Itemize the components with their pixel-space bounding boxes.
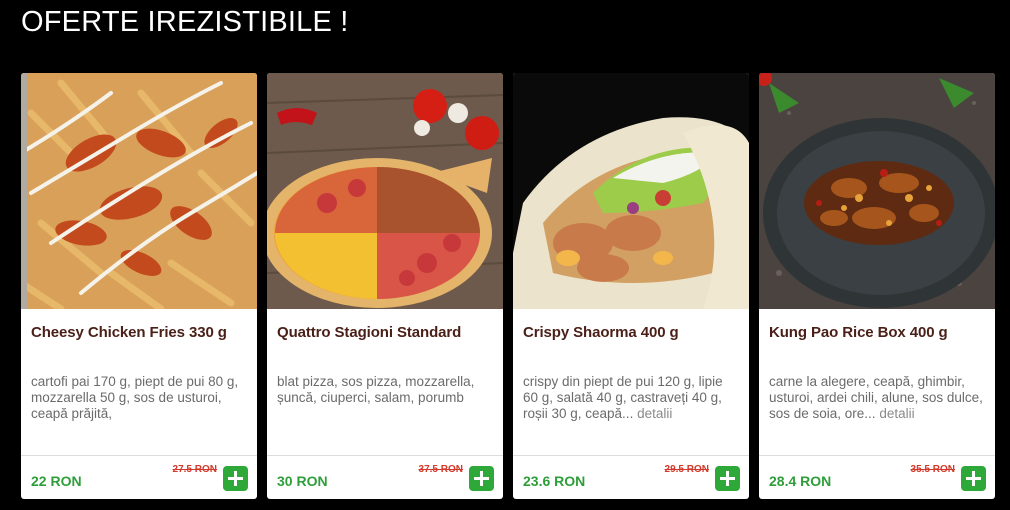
page-title: OFERTE IREZISTIBILE ! (21, 6, 349, 38)
plus-icon (720, 471, 735, 486)
crispy-shaorma-photo[interactable] (513, 73, 749, 309)
add-to-cart-button[interactable] (961, 466, 986, 491)
product-description: carne la alegere, ceapă, ghimbir, usturo… (769, 374, 985, 422)
quattro-stagioni-pizza-photo[interactable] (267, 73, 503, 309)
details-link[interactable]: detalii (879, 406, 914, 421)
product-old-price: 27.5 RON (172, 464, 217, 475)
divider (513, 455, 749, 456)
offers-list: Cheesy Chicken Fries 330 g cartofi pai 1… (21, 73, 995, 499)
description-text: blat pizza, sos pizza, mozzarella, șuncă… (277, 374, 475, 405)
divider (267, 455, 503, 456)
product-old-price: 35.5 RON (910, 464, 955, 475)
product-card-cheesy-chicken-fries[interactable]: Cheesy Chicken Fries 330 g cartofi pai 1… (21, 73, 257, 499)
plus-icon (966, 471, 981, 486)
product-card-crispy-shaorma[interactable]: Crispy Shaorma 400 g crispy din piept de… (513, 73, 749, 499)
product-price: 28.4 RON (769, 473, 832, 489)
product-card-quattro-stagioni[interactable]: Quattro Stagioni Standard blat pizza, so… (267, 73, 503, 499)
product-name[interactable]: Crispy Shaorma 400 g (523, 324, 741, 341)
product-description: cartofi pai 170 g, piept de pui 80 g, mo… (31, 374, 247, 422)
description-text: cartofi pai 170 g, piept de pui 80 g, mo… (31, 374, 239, 421)
product-name[interactable]: Cheesy Chicken Fries 330 g (31, 324, 249, 341)
product-old-price: 37.5 RON (418, 464, 463, 475)
add-to-cart-button[interactable] (469, 466, 494, 491)
product-old-price: 29.5 RON (664, 464, 709, 475)
divider (759, 455, 995, 456)
divider (21, 455, 257, 456)
product-description: blat pizza, sos pizza, mozzarella, șuncă… (277, 374, 493, 406)
product-name[interactable]: Kung Pao Rice Box 400 g (769, 324, 987, 341)
description-text: carne la alegere, ceapă, ghimbir, usturo… (769, 374, 983, 421)
details-link[interactable]: detalii (637, 406, 672, 421)
add-to-cart-button[interactable] (715, 466, 740, 491)
cheesy-chicken-fries-photo[interactable] (21, 73, 257, 309)
kung-pao-rice-box-photo[interactable] (759, 73, 995, 309)
description-text: crispy din piept de pui 120 g, lipie 60 … (523, 374, 723, 421)
add-to-cart-button[interactable] (223, 466, 248, 491)
product-price: 23.6 RON (523, 473, 586, 489)
plus-icon (474, 471, 489, 486)
plus-icon (228, 471, 243, 486)
product-price: 30 RON (277, 473, 328, 489)
product-name[interactable]: Quattro Stagioni Standard (277, 324, 495, 341)
product-price: 22 RON (31, 473, 82, 489)
product-description: crispy din piept de pui 120 g, lipie 60 … (523, 374, 739, 422)
product-card-kung-pao-rice-box[interactable]: Kung Pao Rice Box 400 g carne la alegere… (759, 73, 995, 499)
